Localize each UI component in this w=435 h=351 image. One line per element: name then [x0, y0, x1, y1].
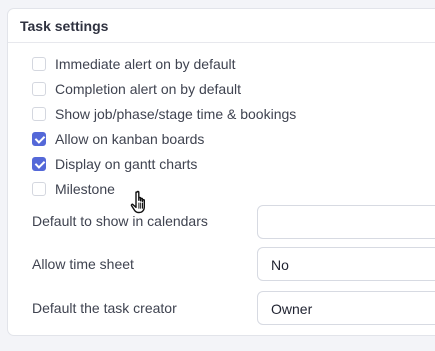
checkbox-row-immediate-alert[interactable]: Immediate alert on by default: [32, 55, 236, 73]
task-creator-select[interactable]: Owner: [257, 291, 435, 325]
checkbox-completion-alert[interactable]: [32, 82, 46, 96]
calendar-field-label: Default to show in calendars: [32, 213, 208, 229]
task-creator-field-label: Default the task creator: [32, 300, 177, 316]
checkbox-label-kanban-boards: Allow on kanban boards: [55, 131, 205, 147]
panel-title: Task settings: [20, 18, 109, 34]
checkbox-row-kanban-boards[interactable]: Allow on kanban boards: [32, 130, 204, 148]
checkbox-label-immediate-alert: Immediate alert on by default: [55, 56, 236, 72]
checkbox-row-completion-alert[interactable]: Completion alert on by default: [32, 80, 241, 98]
checkbox-label-completion-alert: Completion alert on by default: [55, 81, 241, 97]
checkbox-show-time-bookings[interactable]: [32, 107, 46, 121]
pointer-hand-icon: [130, 190, 145, 214]
checkbox-row-milestone[interactable]: Milestone: [32, 180, 115, 198]
timesheet-select[interactable]: No: [257, 247, 435, 281]
checkbox-gantt-charts[interactable]: [32, 157, 46, 171]
checkbox-label-gantt-charts: Display on gantt charts: [55, 156, 198, 172]
task-settings-panel: Task settings Immediate alert on by defa…: [7, 8, 435, 336]
checkbox-kanban-boards[interactable]: [32, 132, 46, 146]
checkbox-label-show-time-bookings: Show job/phase/stage time & bookings: [55, 106, 297, 122]
panel-header: Task settings: [8, 9, 435, 43]
checkbox-immediate-alert[interactable]: [32, 57, 46, 71]
checkbox-row-show-time-bookings[interactable]: Show job/phase/stage time & bookings: [32, 105, 296, 123]
checkbox-row-gantt-charts[interactable]: Display on gantt charts: [32, 155, 197, 173]
checkbox-milestone[interactable]: [32, 182, 46, 196]
calendar-field[interactable]: [257, 205, 435, 239]
timesheet-field-label: Allow time sheet: [32, 256, 134, 272]
checkbox-label-milestone: Milestone: [55, 181, 115, 197]
